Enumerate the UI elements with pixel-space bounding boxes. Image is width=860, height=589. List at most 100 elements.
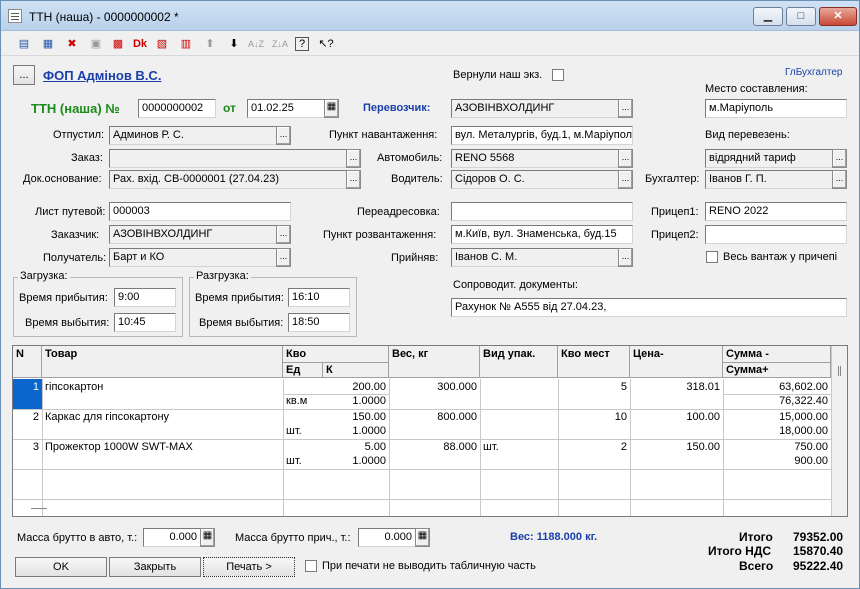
waybill-field[interactable]: 000003 xyxy=(109,202,291,221)
col-price-header[interactable]: Цена- xyxy=(630,346,723,378)
edit-icon[interactable]: ▧ xyxy=(153,36,171,52)
order-select-button[interactable]: ... xyxy=(346,149,361,168)
carrier-select-button[interactable]: ... xyxy=(618,99,633,118)
row3-unit[interactable]: шт. xyxy=(283,454,323,469)
col-k-header[interactable]: К xyxy=(323,363,389,378)
arrow-down-icon[interactable]: ⬇ xyxy=(225,36,243,52)
car-select-button[interactable]: ... xyxy=(618,149,633,168)
place-field[interactable]: м.Маріуполь xyxy=(705,99,847,118)
row2-k[interactable]: 1.0000 xyxy=(323,424,389,439)
row2-pack[interactable] xyxy=(480,410,558,425)
row3-qty[interactable]: 5.00 xyxy=(283,440,389,455)
calendar-icon[interactable]: ▦ xyxy=(324,99,339,118)
help-icon[interactable]: ? xyxy=(295,37,309,51)
row3-pack[interactable]: шт. xyxy=(480,440,558,455)
col-pack-header[interactable]: Вид упак. xyxy=(480,346,558,378)
returned-checkbox[interactable] xyxy=(552,69,564,81)
row1-pack[interactable] xyxy=(480,380,558,395)
released-field[interactable]: Админов Р. С. xyxy=(109,126,277,145)
row2-sum-plus[interactable]: 18,000.00 xyxy=(723,424,831,439)
row2-n[interactable]: 2 xyxy=(13,410,42,425)
row2-product[interactable]: Каркас для гіпсокартону xyxy=(42,410,283,425)
loading-arrive-field[interactable]: 9:00 xyxy=(114,288,176,307)
pointer-help-icon[interactable]: ↖? xyxy=(317,36,335,52)
row2-price[interactable]: 100.00 xyxy=(630,410,723,425)
accepted-field[interactable]: Іванов С. М. xyxy=(451,248,619,267)
row1-price[interactable]: 318.01 xyxy=(630,380,723,395)
gross-car-calc-icon[interactable]: ▦ xyxy=(200,528,215,547)
row3-price[interactable]: 150.00 xyxy=(630,440,723,455)
receiver-select-button[interactable]: ... xyxy=(276,248,291,267)
ok-button[interactable]: OK xyxy=(15,557,107,577)
customer-select-button[interactable]: ... xyxy=(276,225,291,244)
row1-n[interactable]: 1 xyxy=(13,380,42,395)
copy-row-icon[interactable]: ▣ xyxy=(87,36,105,52)
col-n-header[interactable]: N xyxy=(13,346,42,378)
scrollbar-thumb[interactable] xyxy=(838,366,841,376)
row1-qty[interactable]: 200.00 xyxy=(283,380,389,395)
loading-point-field[interactable]: вул. Металургів, буд.1, м.Маріуполі xyxy=(451,126,633,145)
table-icon[interactable]: ▥ xyxy=(177,36,195,52)
row3-sum-plus[interactable]: 900.00 xyxy=(723,454,831,469)
trailer1-field[interactable]: RENO 2022 xyxy=(705,202,847,221)
order-field[interactable] xyxy=(109,149,347,168)
no-table-print-checkbox[interactable] xyxy=(305,560,317,572)
tariff-field[interactable]: відрядний тариф xyxy=(705,149,833,168)
customer-field[interactable]: АЗОВІНВХОЛДИНГ xyxy=(109,225,277,244)
accountant-field[interactable]: Іванов Г. П. xyxy=(705,170,833,189)
driver-select-button[interactable]: ... xyxy=(618,170,633,189)
row1-unit[interactable]: кв.м xyxy=(283,394,323,409)
add-row-icon[interactable]: ▦ xyxy=(39,36,57,52)
sort-za-icon[interactable]: Z↓A xyxy=(271,36,289,52)
minimize-button[interactable]: ▁ xyxy=(753,7,783,26)
receiver-field[interactable]: Барт и КО xyxy=(109,248,277,267)
row3-sum[interactable]: 750.00 xyxy=(723,440,831,455)
col-sum-header[interactable]: Сумма - xyxy=(723,346,831,363)
all-cargo-checkbox[interactable] xyxy=(706,251,718,263)
row3-product[interactable]: Прожектор 1000W SWT-MAX xyxy=(42,440,283,455)
row2-weight[interactable]: 800.000 xyxy=(389,410,480,425)
released-select-button[interactable]: ... xyxy=(276,126,291,145)
col-product-header[interactable]: Товар xyxy=(42,346,283,378)
row3-weight[interactable]: 88.000 xyxy=(389,440,480,455)
col-sum-plus-header[interactable]: Сумма+ xyxy=(723,363,831,378)
gross-trailer-calc-icon[interactable]: ▦ xyxy=(415,528,430,547)
row3-k[interactable]: 1.0000 xyxy=(323,454,389,469)
row3-n[interactable]: 3 xyxy=(13,440,42,455)
close-form-button[interactable]: Закрыть xyxy=(109,557,201,577)
gross-trailer-field[interactable]: 0.000 xyxy=(358,528,416,547)
driver-field[interactable]: Сідоров О. С. xyxy=(451,170,619,189)
delete-row-icon[interactable]: ✖ xyxy=(63,36,81,52)
row2-unit[interactable]: шт. xyxy=(283,424,323,439)
table-scrollbar[interactable] xyxy=(831,346,847,516)
sort-az-icon[interactable]: A↓Z xyxy=(247,36,265,52)
new-doc-icon[interactable]: ▤ xyxy=(15,36,33,52)
delete-doc-icon[interactable]: ▩ xyxy=(109,36,127,52)
row2-places[interactable]: 10 xyxy=(558,410,630,425)
car-field[interactable]: RENO 5568 xyxy=(451,149,619,168)
loading-depart-field[interactable]: 10:45 xyxy=(114,313,176,332)
row3-places[interactable]: 2 xyxy=(558,440,630,455)
row1-k[interactable]: 1.0000 xyxy=(323,394,389,409)
redirect-field[interactable] xyxy=(451,202,633,221)
date-field[interactable]: 01.02.25 xyxy=(247,99,325,118)
owner-link[interactable]: ФОП Адмінов В.С. xyxy=(43,68,161,83)
unloading-depart-field[interactable]: 18:50 xyxy=(288,313,350,332)
chief-accountant-link[interactable]: ГлБухгалтер xyxy=(785,67,842,78)
basis-select-button[interactable]: ... xyxy=(346,170,361,189)
accountant-select-button[interactable]: ... xyxy=(832,170,847,189)
row1-sum-plus[interactable]: 76,322.40 xyxy=(723,394,831,409)
basis-field[interactable]: Рах. вхід. СВ-0000001 (27.04.23) xyxy=(109,170,347,189)
row1-sum[interactable]: 63,602.00 xyxy=(723,380,831,395)
tariff-select-button[interactable]: ... xyxy=(832,149,847,168)
row1-product[interactable]: гіпсокартон xyxy=(42,380,283,395)
gross-car-field[interactable]: 0.000 xyxy=(143,528,201,547)
col-weight-header[interactable]: Вес, кг xyxy=(389,346,480,378)
doc-number-field[interactable]: 0000000002 xyxy=(138,99,216,118)
owner-select-button[interactable]: ... xyxy=(13,65,35,85)
dk-icon[interactable]: Dk xyxy=(131,36,149,52)
trailer2-field[interactable] xyxy=(705,225,847,244)
maximize-button[interactable]: □ xyxy=(786,7,816,26)
arrow-up-icon[interactable]: ⬆ xyxy=(201,36,219,52)
docs-field[interactable]: Рахунок № А555 від 27.04.23, xyxy=(451,298,847,317)
